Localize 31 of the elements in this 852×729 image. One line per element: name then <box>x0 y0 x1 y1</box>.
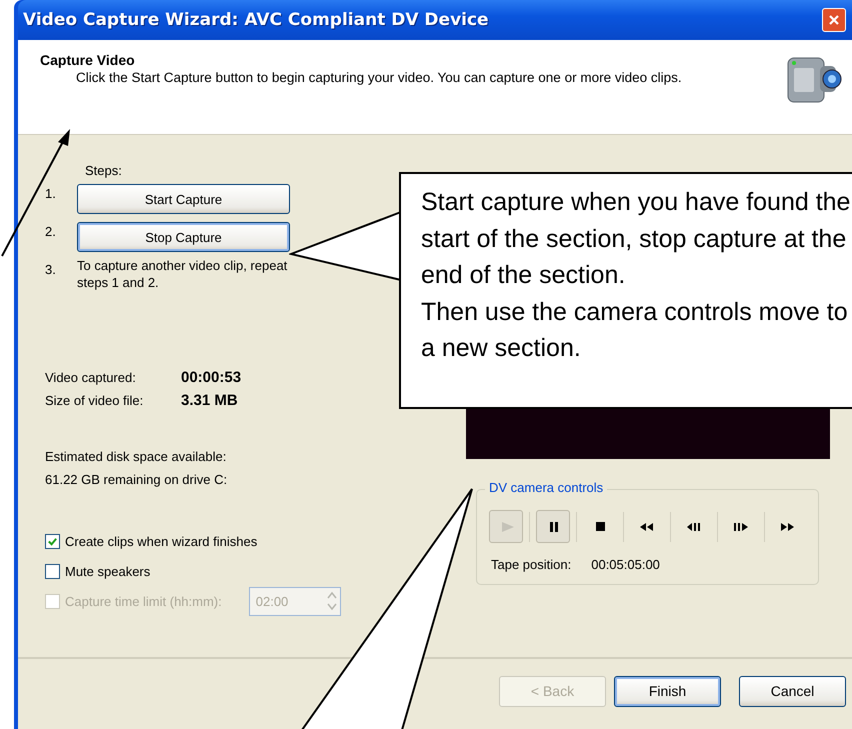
checkbox-label: Create clips when wizard finishes <box>65 534 258 548</box>
stat-label: Video captured: <box>45 370 137 385</box>
steps-label: Steps: <box>85 163 123 178</box>
checkbox[interactable] <box>45 534 60 548</box>
tape-position-value: 00:05:05:00 <box>591 557 660 572</box>
page-description: Click the Start Capture button to begin capturing your video. You can capture one or more video clips. <box>76 70 683 86</box>
capture-button[interactable]: Stop Capture <box>77 222 290 252</box>
page-heading: Capture Video <box>40 52 136 68</box>
checkbox-label: Mute speakers <box>65 564 150 578</box>
close-button[interactable] <box>822 8 846 32</box>
dialog-button[interactable]: Cancel <box>739 676 846 706</box>
step-number: 1. <box>45 185 57 201</box>
tape-position-label: Tape position: <box>491 557 572 572</box>
pause-button[interactable] <box>536 510 570 543</box>
disk-space-value: 61.22 GB remaining on drive C: <box>45 472 228 487</box>
dialog-button[interactable]: Finish <box>614 676 721 706</box>
step-number: 3. <box>45 261 57 277</box>
stat-value: 3.31 MB <box>181 392 238 409</box>
step-instruction: To capture another video clip, repeat steps 1 and 2. <box>77 257 288 291</box>
close-icon <box>828 14 840 26</box>
disk-space-label: Estimated disk space available: <box>45 449 228 464</box>
checkbox[interactable] <box>45 564 60 578</box>
checkbox-label: Capture time limit (hh:mm): <box>65 594 222 608</box>
callout-text: Start capture when you have found the start of the section, stop capture at the end of the section. Then use the camera controls move to a new section. <box>421 187 851 364</box>
window-title: Video Capture Wizard: AVC Compliant DV Device <box>23 10 489 30</box>
stat-value: 00:00:53 <box>181 369 242 386</box>
stat-label: Size of video file: <box>45 393 144 408</box>
capture-button[interactable]: Start Capture <box>77 184 290 214</box>
check-icon <box>47 536 58 546</box>
step-number: 2. <box>45 223 57 239</box>
group-title: DV camera controls <box>485 480 608 495</box>
